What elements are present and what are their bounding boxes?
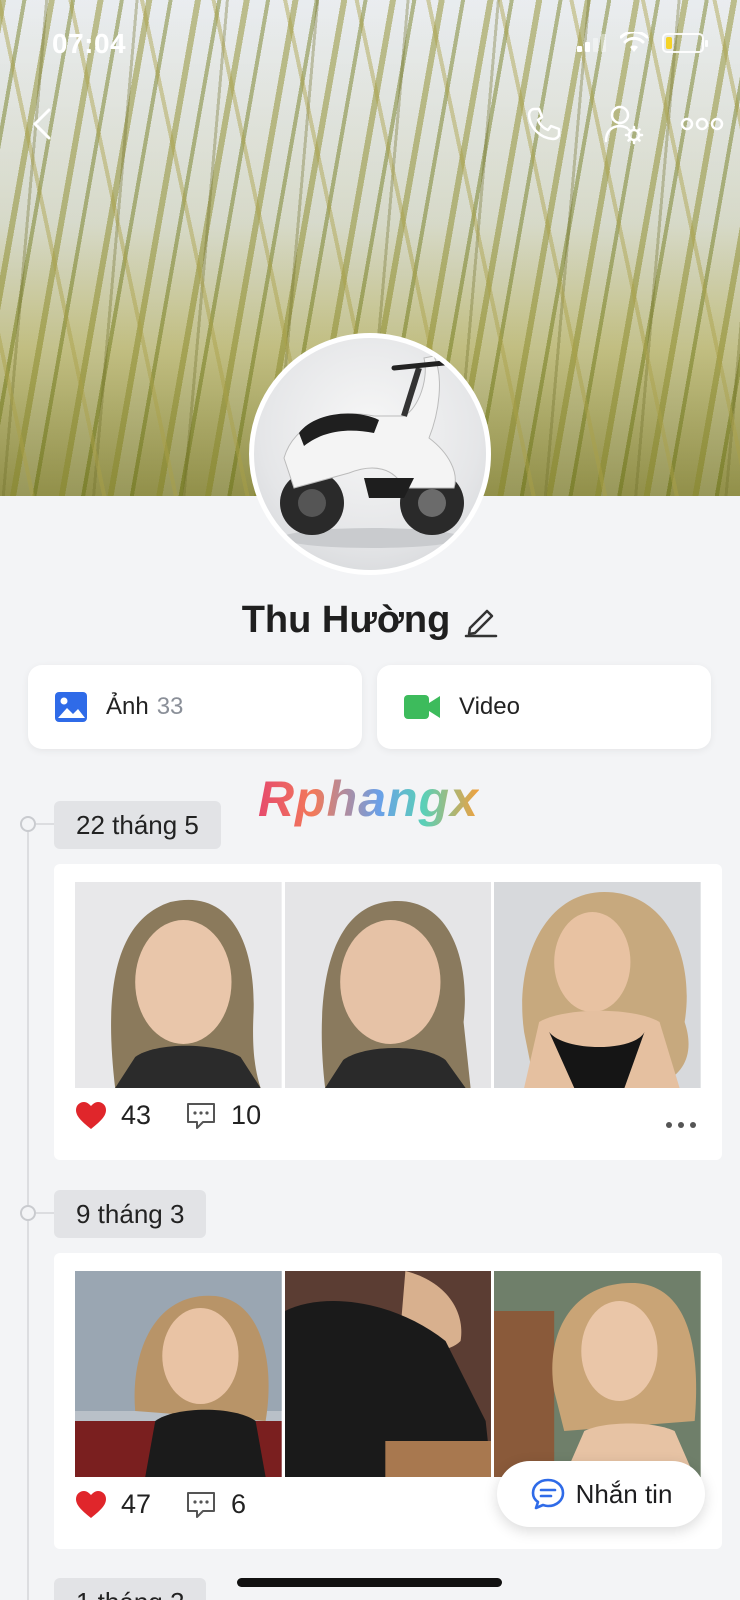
- like-count: 47: [121, 1489, 152, 1519]
- comment-icon: [187, 1491, 216, 1518]
- profile-name-row: Thu Hường: [0, 590, 740, 650]
- status-bar: 07:04: [0, 0, 740, 88]
- chat-bubble-icon: [531, 1478, 564, 1510]
- edit-icon[interactable]: [464, 602, 498, 638]
- back-icon: [33, 108, 51, 140]
- comment-count: 6: [231, 1489, 247, 1519]
- status-icons: [577, 32, 708, 54]
- like-count: 43: [121, 1100, 152, 1130]
- timeline-tick: [36, 823, 54, 825]
- comment-group[interactable]: 6: [185, 1489, 246, 1520]
- like-group[interactable]: 43: [75, 1100, 151, 1131]
- image-icon: [55, 692, 87, 722]
- photos-label: Ảnh: [106, 693, 149, 720]
- battery-icon: [662, 33, 708, 53]
- photos-count: 33: [156, 693, 184, 720]
- message-button-label: Nhắn tin: [575, 1478, 673, 1509]
- comment-group[interactable]: 10: [185, 1100, 261, 1131]
- post-date: 1 tháng 2: [54, 1578, 207, 1600]
- user-settings-icon: [604, 105, 644, 145]
- post-reactions: 47 6: [75, 1489, 280, 1520]
- post-photo[interactable]: [494, 1271, 702, 1477]
- heart-icon: [76, 1101, 106, 1129]
- back-button[interactable]: [14, 96, 70, 152]
- post-date: 22 tháng 5: [54, 801, 221, 849]
- videos-button[interactable]: Video: [377, 665, 711, 749]
- more-options-button[interactable]: [674, 96, 730, 152]
- post-photo[interactable]: [75, 1271, 282, 1477]
- post-photo[interactable]: [75, 882, 282, 1088]
- profile-name: Thu Hường: [241, 598, 451, 641]
- post-photo[interactable]: [494, 882, 702, 1088]
- video-camera-icon: [404, 695, 440, 719]
- comment-icon: [187, 1102, 216, 1129]
- post-card[interactable]: 43 10: [54, 864, 722, 1160]
- signal-icon: [577, 34, 606, 52]
- wifi-icon: [620, 32, 648, 52]
- timeline-dot: [20, 816, 36, 832]
- timeline-tick: [36, 1212, 54, 1214]
- watermark: Rphangx: [258, 771, 479, 827]
- heart-icon: [76, 1490, 106, 1518]
- more-icon: [680, 117, 724, 131]
- photo-grid: [75, 1271, 702, 1477]
- post-date: 9 tháng 3: [54, 1190, 207, 1238]
- photo-grid: [75, 882, 702, 1088]
- videos-label: Video: [459, 693, 520, 720]
- phone-icon: [527, 107, 561, 141]
- like-group[interactable]: 47: [75, 1489, 151, 1520]
- home-indicator: [237, 1578, 502, 1587]
- photos-button[interactable]: Ảnh 33: [28, 665, 362, 749]
- scooter-image: [280, 355, 464, 548]
- status-time: 07:04: [52, 28, 127, 59]
- post-more-icon[interactable]: [666, 1122, 696, 1128]
- top-nav: [0, 96, 740, 156]
- message-button[interactable]: Nhắn tin: [497, 1461, 705, 1527]
- post-photo[interactable]: [284, 1271, 492, 1477]
- post-photo[interactable]: [284, 882, 492, 1088]
- timeline-dot: [20, 1205, 36, 1221]
- post-reactions: 43 10: [75, 1100, 295, 1131]
- profile-settings-button[interactable]: [596, 96, 652, 152]
- avatar[interactable]: [249, 333, 491, 575]
- call-button[interactable]: [516, 96, 572, 152]
- comment-count: 10: [231, 1100, 262, 1130]
